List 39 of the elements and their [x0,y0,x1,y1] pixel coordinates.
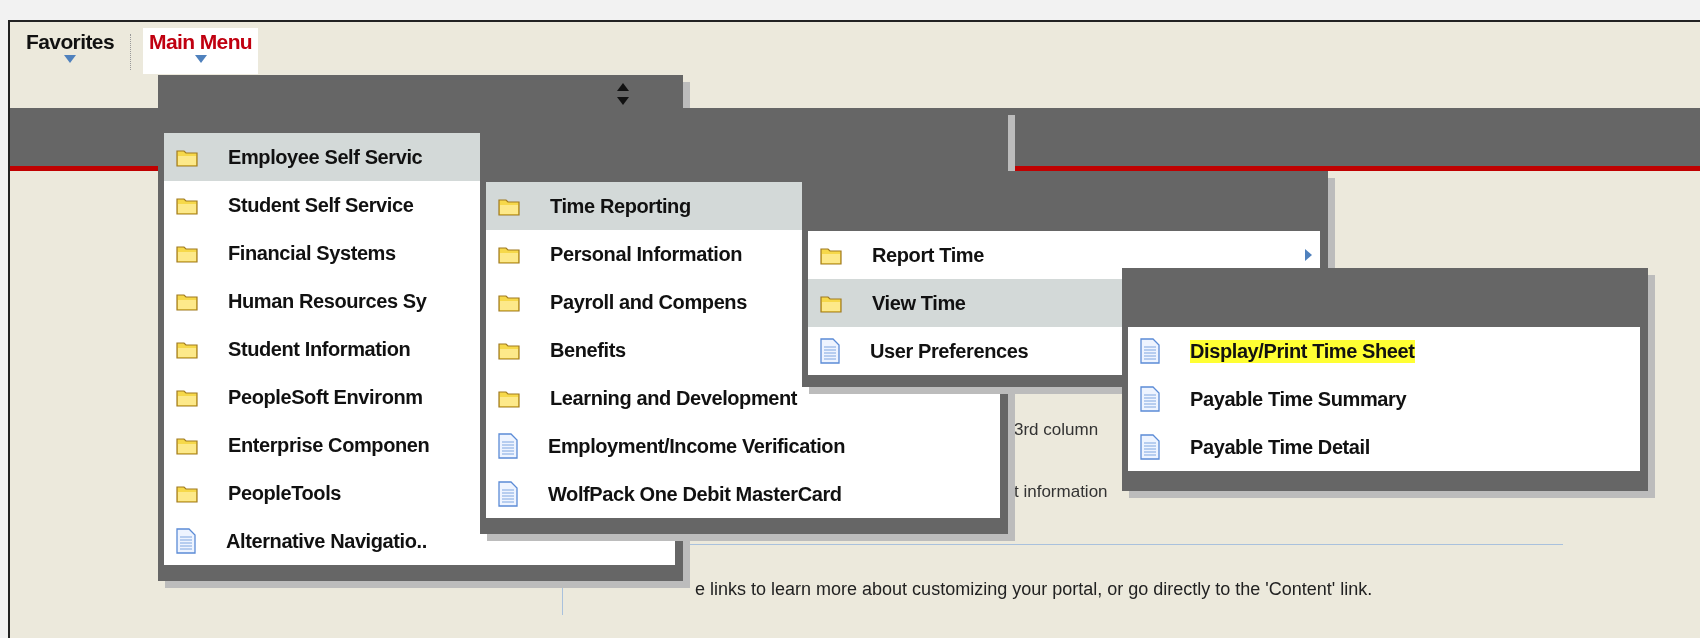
folder-icon [498,292,520,312]
dropdown-caret-icon [194,55,207,63]
document-icon [1140,386,1160,412]
folder-icon [498,244,520,264]
document-icon [498,433,518,459]
portal-text: e links to learn more about customizing your portal, or go directly to the 'Content' link. [694,578,1374,600]
folder-icon [176,339,198,359]
submenu-arrow-icon [1305,249,1312,261]
menu-item[interactable]: Payable Time Summary [1128,375,1640,423]
folder-icon [176,243,198,263]
menu-item[interactable]: WolfPack One Debit MasterCard [486,470,1000,518]
menu-item[interactable]: Alternative Navigatio.. [164,517,675,565]
sort-arrows-icon [617,83,629,105]
document-icon [176,528,196,554]
folder-icon [176,435,198,455]
column-text: t information [1014,482,1109,502]
menu-item[interactable]: Employment/Income Verification [486,422,1000,470]
dropdown-caret-icon [64,55,76,63]
document-icon [498,481,518,507]
document-icon [820,338,840,364]
folder-icon [820,245,842,265]
folder-icon [176,291,198,311]
folder-icon [176,483,198,503]
column-text: 3rd column [1014,420,1100,440]
nav-tab[interactable]: Favorites [20,28,120,74]
menu-item[interactable]: Display/Print Time Sheet [1128,327,1640,375]
document-icon [1140,338,1160,364]
nav-tab[interactable]: Main Menu [143,28,259,74]
menu-item[interactable]: Report Time [808,231,1320,279]
folder-icon [176,387,198,407]
folder-icon [176,147,198,167]
menu-item[interactable]: Learning and Development [486,374,1000,422]
folder-icon [498,196,520,216]
folder-icon [176,195,198,215]
menu-item[interactable]: Payable Time Detail [1128,423,1640,471]
folder-icon [498,340,520,360]
folder-icon [820,293,842,313]
folder-icon [498,388,520,408]
document-icon [1140,434,1160,460]
